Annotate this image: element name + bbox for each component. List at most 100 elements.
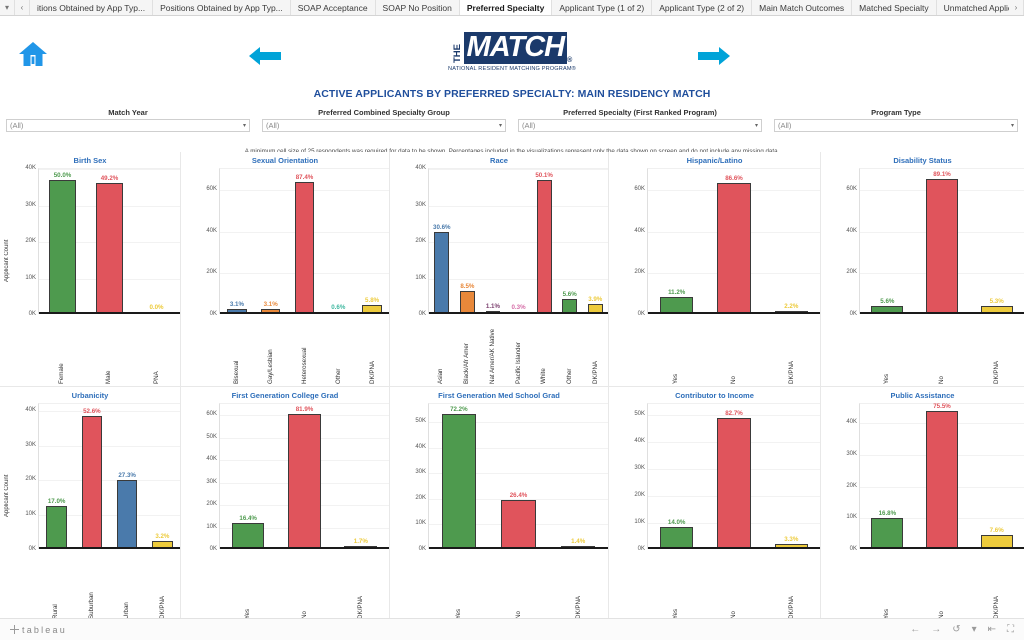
filter-dropdown[interactable]: (All) ▾ bbox=[774, 119, 1018, 132]
bar-series: 50.0% 49.2% 0.0% bbox=[39, 168, 180, 314]
chart-panel-6[interactable]: First Generation College Grad 0K 10K 20K 30K… bbox=[181, 387, 390, 621]
bar[interactable] bbox=[717, 182, 751, 314]
workbook-tab-9[interactable]: Unmatched Applicar bbox=[936, 0, 1009, 15]
bar-column[interactable]: 3.1% bbox=[220, 168, 254, 314]
x-axis-tick-labels: Bisexual Gay/Lesbian Heterosexual Other DK/P… bbox=[219, 314, 389, 386]
tab-scroll-right-button[interactable]: › bbox=[1009, 0, 1024, 15]
bar-column[interactable]: 17.0% bbox=[39, 403, 74, 549]
chart-panel-2[interactable]: Race 0K 10K 20K 30K 40K 30.6% 8.5% 1.1% 0.3% 50.1%… bbox=[390, 152, 609, 386]
chart-panel-4[interactable]: Disability Status 0K 20K 40K 60K 5.6% 89.1% 5.3… bbox=[821, 152, 1024, 386]
bar-column[interactable]: 0.0% bbox=[133, 168, 180, 314]
bar[interactable] bbox=[116, 479, 138, 549]
bar[interactable] bbox=[46, 505, 67, 549]
y-axis: 0K 10K 20K 30K 40K 50K bbox=[402, 403, 428, 552]
x-axis-tick-text: No bbox=[730, 611, 737, 619]
chart-panel-1[interactable]: Sexual Orientation 0K 20K 40K 60K 3.1% 3.1% 87.… bbox=[181, 152, 390, 386]
bar-column[interactable]: 87.4% bbox=[288, 168, 322, 314]
bar[interactable] bbox=[459, 291, 475, 314]
filter-dropdown[interactable]: (All) ▾ bbox=[518, 119, 762, 132]
x-axis-tick-text: DK/PNA bbox=[787, 360, 795, 384]
chart-panel-7[interactable]: First Generation Med School Grad 0K 10K 20K… bbox=[390, 387, 609, 621]
filter-dropdown[interactable]: (All) ▾ bbox=[6, 119, 250, 132]
bar-column[interactable]: 5.3% bbox=[969, 168, 1024, 314]
revert-icon[interactable]: ↺ bbox=[952, 624, 960, 635]
workbook-tab-6[interactable]: Applicant Type (2 of 2) bbox=[652, 0, 753, 15]
bar-column[interactable]: 3.9% bbox=[582, 168, 608, 314]
workbook-tab-0[interactable]: itions Obtained by App Typ... bbox=[30, 0, 154, 15]
bar-column[interactable]: 0.6% bbox=[321, 168, 355, 314]
chart-panel-5[interactable]: Urbanicity Applicant Count 0K 10K 20K 30K 40K 1… bbox=[0, 387, 181, 621]
bar-column[interactable]: 16.4% bbox=[220, 403, 276, 549]
workbook-tab-4[interactable]: Preferred Specialty bbox=[459, 0, 553, 15]
workbook-tab-8[interactable]: Matched Specialty bbox=[852, 0, 937, 15]
fullscreen-icon[interactable]: ⛶ bbox=[1007, 624, 1014, 635]
bar-column[interactable]: 0.3% bbox=[506, 168, 532, 314]
bar-column[interactable]: 89.1% bbox=[915, 168, 970, 314]
bar[interactable] bbox=[288, 413, 321, 549]
bar-column[interactable]: 8.5% bbox=[455, 168, 481, 314]
bar[interactable] bbox=[501, 499, 536, 549]
bar-column[interactable]: 16.8% bbox=[860, 403, 915, 549]
tab-scroll-left-button[interactable]: ‹ bbox=[15, 0, 30, 15]
bar-column[interactable]: 5.6% bbox=[860, 168, 915, 314]
bar-column[interactable]: 50.1% bbox=[531, 168, 557, 314]
bar-column[interactable]: 5.6% bbox=[557, 168, 583, 314]
bar[interactable] bbox=[926, 179, 958, 314]
revert-caret-icon[interactable]: ▾ bbox=[972, 624, 977, 635]
chart-panel-9[interactable]: Public Assistance 0K 10K 20K 30K 40K 16.8% 75.5… bbox=[821, 387, 1024, 621]
back-arrow-icon[interactable]: ← bbox=[910, 624, 920, 635]
bar-column[interactable]: 27.3% bbox=[110, 403, 145, 549]
bar[interactable] bbox=[926, 411, 958, 549]
bar-column[interactable]: 81.9% bbox=[276, 403, 332, 549]
bar-column[interactable]: 3.1% bbox=[254, 168, 288, 314]
bar[interactable] bbox=[81, 415, 103, 549]
x-axis-gutter bbox=[609, 549, 647, 621]
bar-column[interactable]: 3.2% bbox=[145, 403, 180, 549]
bar[interactable] bbox=[441, 414, 477, 549]
tableau-brand[interactable]: tableau bbox=[10, 625, 67, 635]
chart-panel-0[interactable]: Birth Sex Applicant Count 0K 10K 20K 30K 40K 50… bbox=[0, 152, 181, 386]
bar-column[interactable]: 30.6% bbox=[429, 168, 455, 314]
bar-column[interactable]: 1.4% bbox=[548, 403, 608, 549]
tab-menu-button[interactable]: ▾ bbox=[0, 0, 15, 15]
chart-plot-area: 0K 20K 40K 60K 5.6% 89.1% 5.3% bbox=[821, 168, 1024, 317]
bar-column[interactable]: 86.6% bbox=[705, 168, 762, 314]
bar-column[interactable]: 2.2% bbox=[763, 168, 820, 314]
bar-value-label: 75.5% bbox=[933, 403, 951, 410]
forward-arrow-icon[interactable]: → bbox=[931, 624, 941, 635]
bar[interactable] bbox=[660, 526, 694, 549]
bar-column[interactable]: 52.6% bbox=[74, 403, 109, 549]
bar[interactable] bbox=[231, 522, 265, 549]
bar-column[interactable]: 75.5% bbox=[915, 403, 970, 549]
bar[interactable] bbox=[871, 517, 904, 549]
bar-column[interactable]: 26.4% bbox=[489, 403, 549, 549]
bar-column[interactable]: 5.8% bbox=[355, 168, 389, 314]
bar-column[interactable]: 82.7% bbox=[705, 403, 762, 549]
bar-column[interactable]: 1.1% bbox=[480, 168, 506, 314]
bar[interactable] bbox=[434, 232, 450, 314]
workbook-tab-7[interactable]: Main Match Outcomes bbox=[752, 0, 853, 15]
bar[interactable] bbox=[95, 182, 124, 314]
x-axis-tick-text: Suburban bbox=[87, 592, 95, 619]
chart-panel-8[interactable]: Contributor to Income 0K 10K 20K 30K 40K 50K 14… bbox=[609, 387, 821, 621]
logo-the-text: THE bbox=[452, 44, 464, 63]
workbook-tab-5[interactable]: Applicant Type (1 of 2) bbox=[552, 0, 653, 15]
filter-dropdown[interactable]: (All) ▾ bbox=[262, 119, 506, 132]
bar-column[interactable]: 1.7% bbox=[333, 403, 389, 549]
bar[interactable] bbox=[536, 180, 552, 314]
workbook-tab-2[interactable]: SOAP Acceptance bbox=[290, 0, 376, 15]
chart-panel-3[interactable]: Hispanic/Latino 0K 20K 40K 60K 11.2% 86.6% 2.2%… bbox=[609, 152, 821, 386]
workbook-tab-1[interactable]: Positions Obtained by App Typ... bbox=[153, 0, 291, 15]
bar[interactable] bbox=[717, 418, 751, 549]
bar-column[interactable]: 49.2% bbox=[86, 168, 133, 314]
bar[interactable] bbox=[48, 180, 77, 314]
refresh-icon[interactable]: ⇤ bbox=[988, 624, 996, 635]
bar-column[interactable]: 11.2% bbox=[648, 168, 705, 314]
bar-column[interactable]: 72.2% bbox=[429, 403, 489, 549]
bar-column[interactable]: 50.0% bbox=[39, 168, 86, 314]
bar-column[interactable]: 14.0% bbox=[648, 403, 705, 549]
workbook-tab-3[interactable]: SOAP No Position bbox=[375, 0, 460, 15]
bar[interactable] bbox=[294, 181, 315, 314]
bar-column[interactable]: 3.3% bbox=[763, 403, 820, 549]
bar-column[interactable]: 7.6% bbox=[969, 403, 1024, 549]
